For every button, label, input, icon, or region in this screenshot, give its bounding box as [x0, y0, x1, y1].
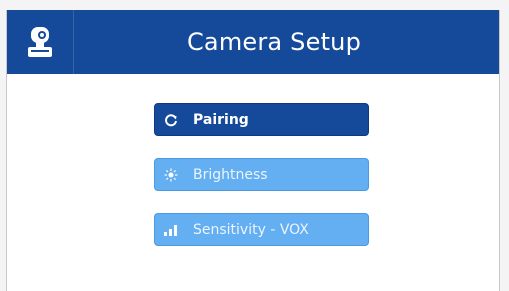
camera-icon: [11, 20, 69, 64]
pairing-button[interactable]: Pairing: [154, 103, 369, 136]
sun-icon: [155, 159, 187, 190]
header-bar: Camera Setup: [7, 10, 499, 74]
page-title: Camera Setup: [186, 28, 362, 56]
refresh-icon: [155, 104, 187, 135]
sensitivity-vox-label: Sensitivity - VOX: [193, 221, 309, 238]
brightness-button[interactable]: Brightness: [154, 158, 369, 191]
pairing-label: Pairing: [193, 111, 249, 128]
brightness-label: Brightness: [193, 166, 268, 183]
sensitivity-vox-button[interactable]: Sensitivity - VOX: [154, 213, 369, 246]
camera-setup-panel: Camera Setup Pairing Brightness Sensitiv…: [6, 10, 500, 291]
setup-menu: Pairing Brightness Sensitivity - VOX: [154, 103, 369, 268]
signal-bars-icon: [155, 214, 187, 245]
